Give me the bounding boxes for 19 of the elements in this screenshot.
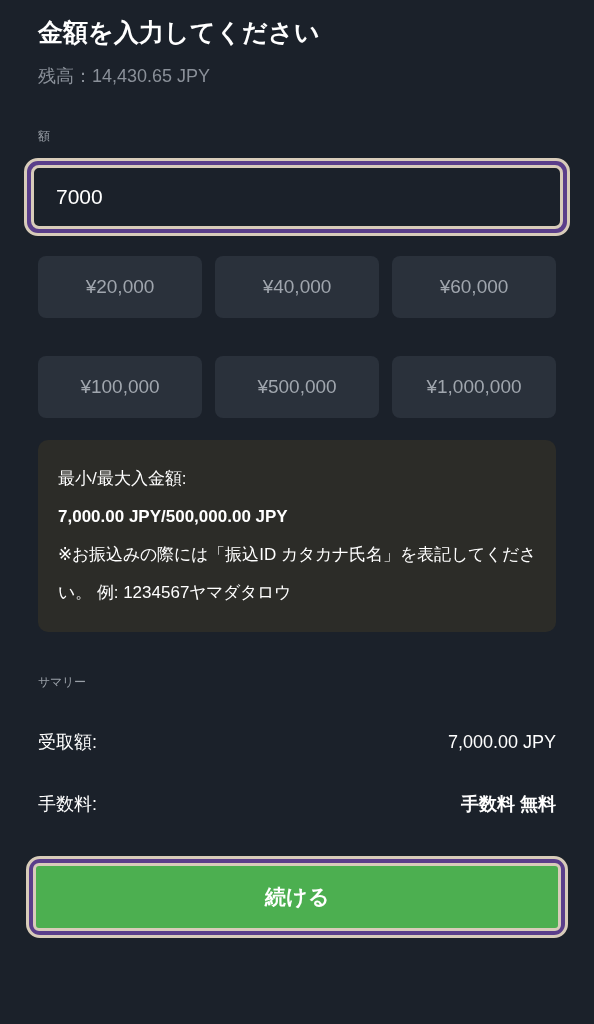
summary-label: 受取額:	[38, 731, 97, 754]
amount-preset-button[interactable]: ¥40,000	[215, 256, 379, 318]
amount-preset-button[interactable]: ¥20,000	[38, 256, 202, 318]
balance-text: 残高：14,430.65 JPY	[38, 65, 212, 88]
amount-preset-button[interactable]: ¥1,000,000	[392, 356, 556, 418]
amount-label: 額	[38, 128, 51, 145]
summary-value: 7,000.00 JPY	[447, 731, 556, 754]
page-title: 金額を入力してください	[38, 17, 321, 48]
continue-button[interactable]: 続ける	[33, 863, 561, 931]
summary-label: 手数料:	[38, 793, 97, 816]
amount-preset-button[interactable]: ¥500,000	[215, 356, 379, 418]
transfer-note: ※お振込みの際には「振込ID カタカナ氏名」を表記してください。 例: 1234567ヤマダタロウ	[58, 544, 536, 604]
amount-preset-button[interactable]: ¥60,000	[392, 256, 556, 318]
limits-label: 最小/最大入金額:	[58, 468, 188, 490]
summary-heading: サマリー	[38, 674, 87, 691]
amount-input-field[interactable]: 7000	[24, 158, 570, 236]
limits-range: 7,000.00 JPY/500,000.00 JPY	[58, 506, 289, 528]
amount-preset-button[interactable]: ¥100,000	[38, 356, 202, 418]
summary-value: 手数料 無料	[461, 793, 556, 816]
